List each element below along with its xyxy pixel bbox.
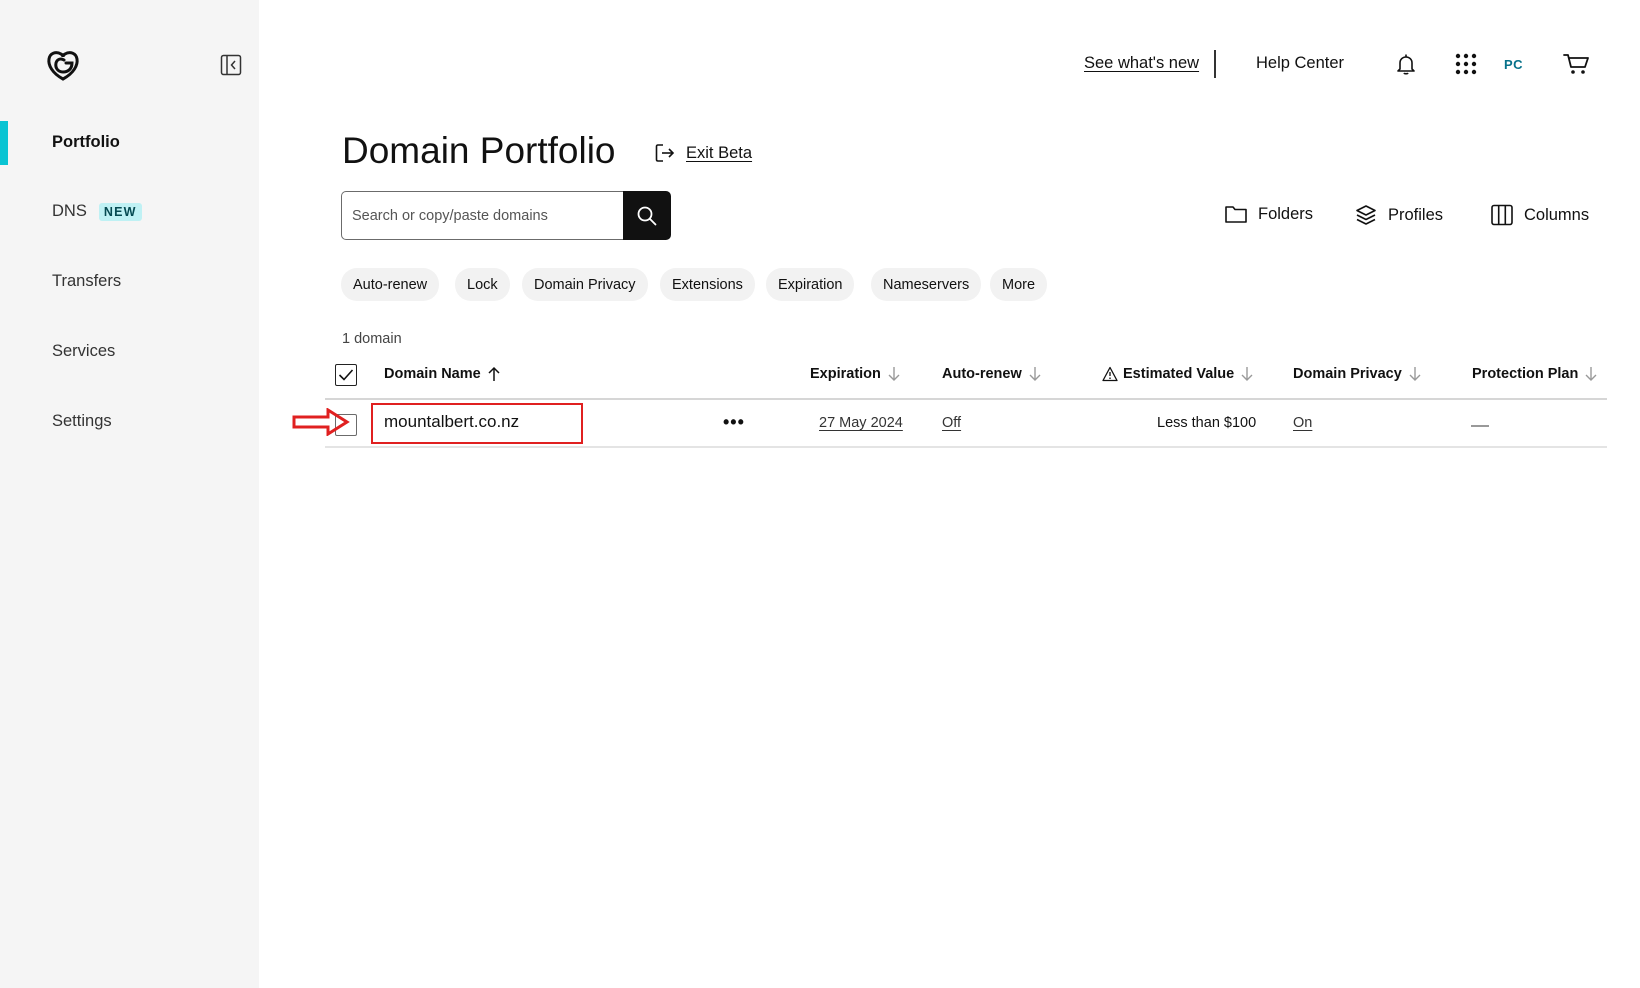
select-all-checkbox[interactable]	[335, 364, 357, 386]
column-header-label: Expiration	[810, 366, 881, 382]
filter-chip-lock[interactable]: Lock	[455, 268, 510, 301]
sidebar-item-services[interactable]: Services	[52, 342, 115, 361]
domain-privacy-status-link[interactable]: On	[1293, 415, 1312, 431]
folders-button[interactable]: Folders	[1224, 203, 1313, 225]
page-title: Domain Portfolio	[342, 130, 616, 171]
columns-label: Columns	[1524, 205, 1590, 224]
sidebar-item-label: Transfers	[52, 272, 122, 290]
column-header-auto-renew[interactable]: Auto-renew	[942, 366, 1042, 382]
profiles-button[interactable]: Profiles	[1354, 203, 1443, 227]
godaddy-logo-icon[interactable]	[46, 48, 80, 82]
exit-beta-label: Exit Beta	[686, 143, 753, 162]
topbar-divider	[1214, 50, 1216, 78]
column-header-domain-privacy[interactable]: Domain Privacy	[1293, 366, 1422, 382]
arrow-up-icon	[488, 366, 500, 381]
estimated-value-cell: Less than $100	[1157, 415, 1257, 431]
sidebar-item-dns[interactable]: DNS NEW	[52, 202, 142, 221]
cart-icon[interactable]	[1562, 52, 1590, 76]
warning-icon	[1102, 366, 1118, 382]
exit-icon	[655, 144, 675, 162]
column-header-label: Protection Plan	[1472, 366, 1579, 382]
whats-new-link[interactable]: See what's new	[1084, 54, 1199, 73]
columns-button[interactable]: Columns	[1490, 203, 1589, 227]
annotation-arrow-icon	[292, 408, 350, 436]
column-header-label: Domain Privacy	[1293, 366, 1402, 382]
column-header-estimated-value[interactable]: Estimated Value	[1102, 366, 1254, 382]
column-header-label: Domain Name	[384, 366, 481, 382]
sidebar-item-label: Portfolio	[52, 133, 120, 151]
layers-icon	[1356, 205, 1376, 225]
column-header-expiration[interactable]: Expiration	[810, 366, 901, 382]
sidebar: Portfolio DNS NEW Transfers Services Set…	[0, 0, 259, 988]
column-header-label: Auto-renew	[942, 366, 1022, 382]
column-header-protection-plan[interactable]: Protection Plan	[1472, 366, 1598, 382]
table-row: mountalbert.co.nz ••• 27 May 2024 Off Le…	[325, 400, 1607, 448]
table-header: Domain Name Expiration Auto-renew Estima…	[325, 358, 1607, 400]
sidebar-item-portfolio[interactable]: Portfolio	[52, 133, 120, 152]
filter-chip-expiration[interactable]: Expiration	[766, 268, 855, 301]
sidebar-item-settings[interactable]: Settings	[52, 412, 112, 431]
filter-chip-domain-privacy[interactable]: Domain Privacy	[522, 268, 648, 301]
new-badge: NEW	[98, 202, 142, 221]
column-header-label: Estimated Value	[1123, 366, 1235, 382]
sidebar-item-label: Services	[52, 342, 116, 360]
arrow-down-icon	[1409, 367, 1421, 381]
filter-chip-extensions[interactable]: Extensions	[660, 268, 755, 301]
sidebar-item-label: Settings	[52, 412, 112, 430]
folder-icon	[1225, 206, 1247, 223]
search-button[interactable]	[623, 191, 671, 240]
protection-plan-empty-dash	[1471, 425, 1489, 427]
filter-chip-more[interactable]: More	[990, 268, 1048, 301]
domain-count: 1 domain	[342, 331, 402, 347]
arrow-down-icon	[888, 367, 900, 381]
profiles-label: Profiles	[1388, 205, 1444, 224]
avatar[interactable]: PC	[1504, 57, 1523, 72]
filter-chip-auto-renew[interactable]: Auto-renew	[341, 268, 440, 301]
arrow-down-icon	[1585, 367, 1597, 381]
apps-grid-icon[interactable]	[1454, 52, 1478, 76]
nav-active-indicator	[0, 121, 8, 165]
sidebar-item-label: DNS	[52, 202, 87, 220]
column-header-domain-name[interactable]: Domain Name	[384, 366, 501, 382]
search-icon	[637, 206, 657, 225]
search-input[interactable]	[341, 191, 624, 240]
columns-icon	[1491, 204, 1513, 226]
exit-beta-link[interactable]: Exit Beta	[654, 142, 752, 164]
row-actions-menu[interactable]: •••	[723, 412, 745, 433]
search-bar	[341, 191, 671, 240]
expiration-date-link[interactable]: 27 May 2024	[819, 415, 903, 431]
auto-renew-status-link[interactable]: Off	[942, 415, 961, 431]
sidebar-collapse-icon[interactable]	[220, 54, 242, 76]
sidebar-item-transfers[interactable]: Transfers	[52, 272, 121, 291]
help-center-link[interactable]: Help Center	[1256, 54, 1344, 73]
folders-label: Folders	[1258, 204, 1314, 223]
arrow-down-icon	[1241, 367, 1253, 381]
bell-icon[interactable]	[1394, 52, 1418, 76]
arrow-down-icon	[1029, 367, 1041, 381]
filter-chip-nameservers[interactable]: Nameservers	[871, 268, 982, 301]
domain-name-link[interactable]: mountalbert.co.nz	[384, 412, 519, 432]
checkmark-icon	[338, 369, 354, 381]
